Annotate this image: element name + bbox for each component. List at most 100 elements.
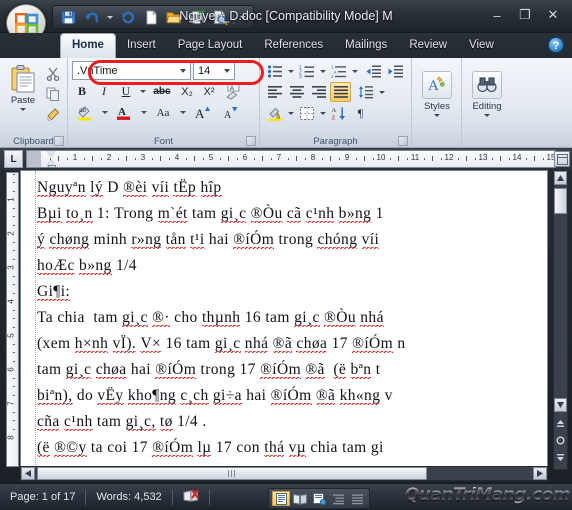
print-layout-view-button[interactable] xyxy=(272,491,290,506)
decrease-indent-button[interactable] xyxy=(363,61,384,81)
align-left-button[interactable] xyxy=(264,82,285,102)
document-line[interactable]: Bµi to¸n 1: Trong m`ét tam gi¸c ®Òu cã c… xyxy=(37,201,547,227)
multilevel-list-dropdown-icon[interactable] xyxy=(350,62,359,81)
document-line[interactable]: (xem h×nh vÏ). V× 16 tam gi¸c nhá ®ã chø… xyxy=(37,331,547,357)
tab-home[interactable]: Home xyxy=(60,33,116,58)
save-icon[interactable] xyxy=(58,7,78,27)
minimize-button[interactable]: – xyxy=(484,5,510,25)
document-line[interactable]: tam gi¸c chøa hai ®íÓm trong 17 ®íÓm ®ã … xyxy=(37,357,547,383)
numbering-dropdown-icon[interactable] xyxy=(318,62,327,81)
next-page-button[interactable] xyxy=(554,450,567,465)
vertical-ruler[interactable]: 1 2 3 4 5 6 7 8 xyxy=(6,172,19,467)
print-preview-icon[interactable] xyxy=(210,7,230,27)
center-button[interactable] xyxy=(286,82,307,102)
redo-icon[interactable] xyxy=(118,7,138,27)
draft-view-button[interactable] xyxy=(348,491,366,506)
underline-dropdown-icon[interactable] xyxy=(138,82,147,101)
tab-view[interactable]: View xyxy=(458,33,505,58)
document-line[interactable]: cña c¹nh tam gi¸c, tø 1/4 . xyxy=(37,409,547,435)
superscript-button[interactable]: X² xyxy=(199,82,219,101)
italic-button[interactable]: I xyxy=(94,82,114,101)
styles-button[interactable]: A Styles xyxy=(416,61,458,117)
outline-view-button[interactable] xyxy=(329,491,347,506)
borders-button[interactable] xyxy=(296,103,317,123)
change-case-button[interactable]: Aa xyxy=(150,103,176,122)
shrink-font-button[interactable]: A xyxy=(217,103,243,122)
font-size-box[interactable]: 14 xyxy=(193,61,235,80)
document-line[interactable]: ý chøng minh r»ng tån t¹i hai ®íÓm trong… xyxy=(37,227,547,253)
previous-page-button[interactable] xyxy=(554,416,567,431)
tab-insert[interactable]: Insert xyxy=(116,33,167,58)
bullets-button[interactable] xyxy=(264,61,285,81)
full-screen-reading-view-button[interactable] xyxy=(291,491,309,506)
scroll-right-button[interactable] xyxy=(533,467,547,480)
spell-check-status-icon[interactable] xyxy=(173,488,209,506)
paragraph-dialog-launcher[interactable] xyxy=(398,136,408,146)
show-formatting-marks-button[interactable]: ¶ xyxy=(350,103,371,123)
left-indent-marker[interactable] xyxy=(47,165,56,167)
bold-button[interactable]: B xyxy=(72,82,92,101)
shading-button[interactable] xyxy=(264,103,285,123)
horizontal-ruler[interactable]: 1 2 3 4 5 6 7 8 9 10 11 12 13 14 15 xyxy=(26,150,556,168)
document-canvas[interactable]: Nguyªn lý D ®èi víi tËp hîp Bµi to¸n 1: T… xyxy=(20,170,548,470)
cut-icon[interactable] xyxy=(44,65,62,82)
paste-dropdown-icon[interactable] xyxy=(20,108,26,111)
font-size-dropdown-icon[interactable] xyxy=(221,62,232,79)
line-spacing-dropdown-icon[interactable] xyxy=(377,83,386,102)
close-button[interactable]: ✕ xyxy=(540,5,566,25)
vertical-scrollbar[interactable] xyxy=(553,170,568,470)
view-ruler-button[interactable] xyxy=(554,151,570,167)
sort-button[interactable]: A Z xyxy=(328,103,349,123)
horizontal-scrollbar[interactable] xyxy=(20,466,548,481)
line-spacing-button[interactable] xyxy=(355,82,376,102)
tab-page-layout[interactable]: Page Layout xyxy=(167,33,254,58)
tab-review[interactable]: Review xyxy=(398,33,458,58)
quick-print-icon[interactable] xyxy=(187,7,207,27)
justify-button[interactable] xyxy=(330,82,351,102)
change-case-dropdown-icon[interactable] xyxy=(178,103,187,122)
paste-button[interactable]: Paste xyxy=(4,61,42,122)
horizontal-scroll-thumb[interactable] xyxy=(37,467,427,480)
align-right-button[interactable] xyxy=(308,82,329,102)
help-icon[interactable]: ? xyxy=(548,37,564,53)
open-folder-icon[interactable] xyxy=(164,7,184,27)
scroll-down-button[interactable] xyxy=(554,398,567,412)
grow-font-button[interactable]: A xyxy=(189,103,215,122)
customize-qat-icon[interactable] xyxy=(237,7,248,27)
strikethrough-button[interactable]: abc xyxy=(149,82,175,101)
document-text[interactable]: Nguyªn lý D ®èi víi tËp hîp Bµi to¸n 1: T… xyxy=(37,175,547,461)
clipboard-dialog-launcher[interactable] xyxy=(54,136,64,146)
maximize-button[interactable]: ❐ xyxy=(512,5,538,25)
undo-icon[interactable] xyxy=(81,7,101,27)
web-layout-view-button[interactable] xyxy=(310,491,328,506)
font-dialog-launcher[interactable] xyxy=(246,136,256,146)
format-painter-icon[interactable] xyxy=(44,105,62,122)
scroll-left-button[interactable] xyxy=(21,467,35,480)
document-line[interactable]: Nguyªn lý D ®èi víi tËp hîp xyxy=(37,175,547,201)
tab-references[interactable]: References xyxy=(253,33,334,58)
tab-stop-selector[interactable]: L xyxy=(4,150,23,168)
font-name-dropdown-icon[interactable] xyxy=(177,62,188,79)
font-color-button[interactable]: A xyxy=(111,103,137,122)
document-line[interactable]: biªn), do vËy kho¶ng c¸ch gi÷a hai ®íÓm … xyxy=(37,383,547,409)
multilevel-list-button[interactable]: 1 a 1 xyxy=(328,61,349,81)
subscript-button[interactable]: X₂ xyxy=(177,82,197,101)
document-line[interactable]: Ta chia tam gi¸c ®· cho thµnh 16 tam gi¸… xyxy=(37,305,547,331)
undo-dropdown-icon[interactable] xyxy=(104,7,115,27)
document-line[interactable]: Gi¶i: xyxy=(37,279,547,305)
font-name-box[interactable]: .VnTime xyxy=(72,61,191,80)
editing-dropdown-icon[interactable] xyxy=(484,114,490,117)
underline-button[interactable]: U xyxy=(116,82,136,101)
new-document-icon[interactable] xyxy=(141,7,161,27)
document-line[interactable]: hoÆc b»ng 1/4 xyxy=(37,253,547,279)
vertical-scroll-thumb[interactable] xyxy=(554,188,567,214)
first-line-indent-marker[interactable] xyxy=(47,151,55,157)
borders-dropdown-icon[interactable] xyxy=(318,104,327,123)
editing-button[interactable]: Editing xyxy=(466,61,508,117)
select-browse-object-button[interactable] xyxy=(554,433,567,448)
page-status[interactable]: Page: 1 of 17 xyxy=(0,491,85,503)
tab-mailings[interactable]: Mailings xyxy=(334,33,398,58)
bullets-dropdown-icon[interactable] xyxy=(286,62,295,81)
numbering-button[interactable]: 1 2 3 xyxy=(296,61,317,81)
text-highlight-button[interactable]: ab xyxy=(72,103,98,122)
